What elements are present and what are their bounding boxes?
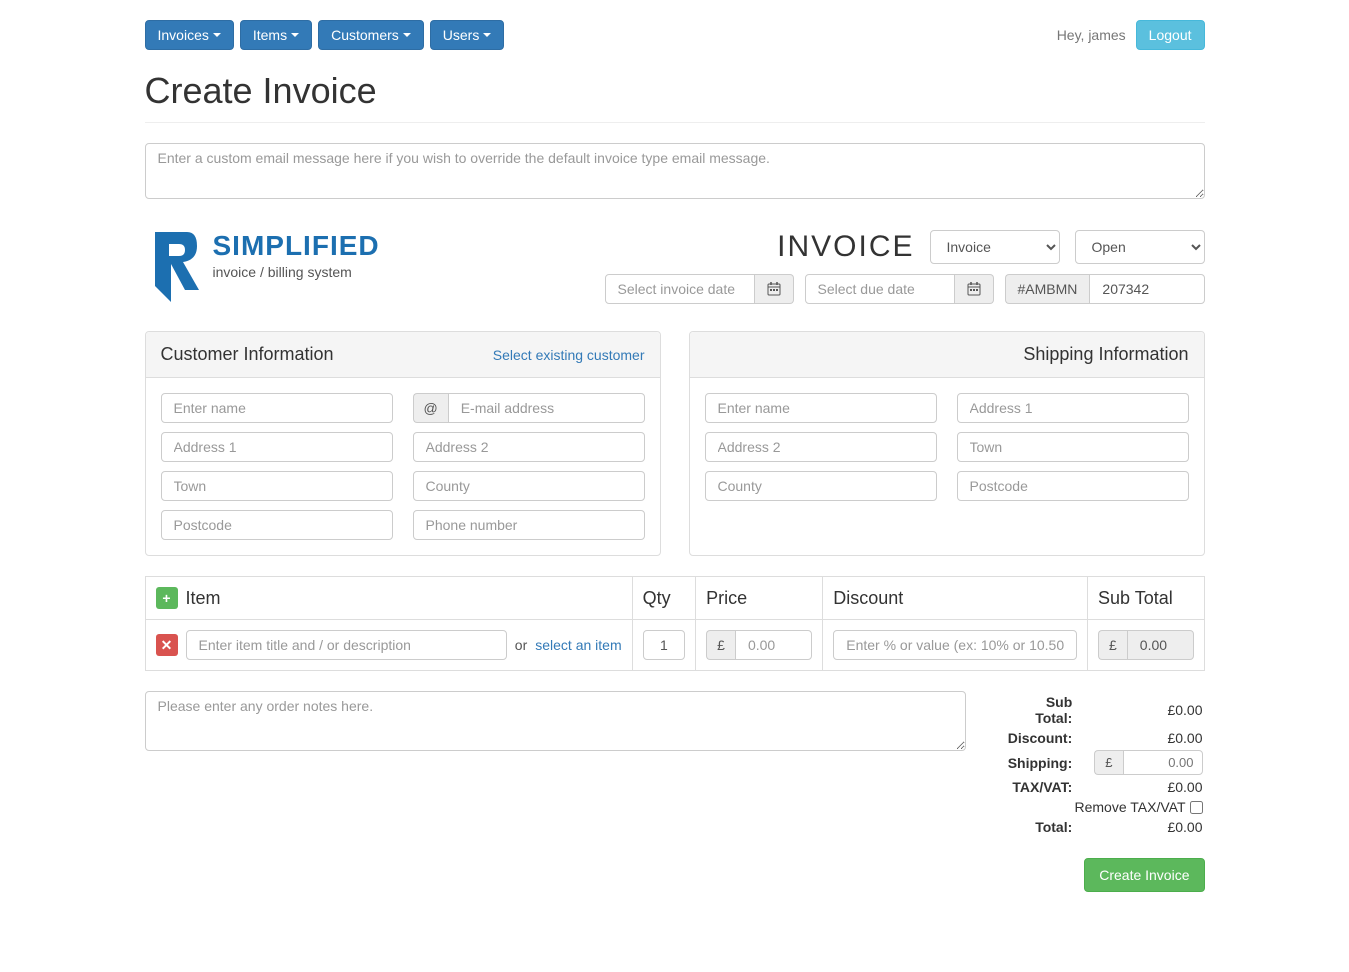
select-existing-customer-link[interactable]: Select existing customer	[493, 347, 645, 363]
invoice-type-select[interactable]: Invoice	[930, 230, 1060, 264]
customer-panel: Customer Information Select existing cus…	[145, 331, 661, 556]
currency-symbol: £	[1094, 750, 1122, 775]
customer-town-input[interactable]	[161, 471, 393, 501]
shipping-panel-title: Shipping Information	[1023, 344, 1188, 365]
price-input[interactable]	[735, 630, 812, 660]
caret-icon	[291, 33, 299, 37]
subtotal-header: Sub Total	[1087, 577, 1204, 620]
item-title-input[interactable]	[186, 630, 507, 660]
shipping-panel: Shipping Information	[689, 331, 1205, 556]
calendar-icon[interactable]	[955, 274, 994, 304]
shipping-town-input[interactable]	[957, 432, 1189, 462]
logo: SIMPLIFIED invoice / billing system	[145, 230, 380, 306]
shipping-name-input[interactable]	[705, 393, 937, 423]
divider	[145, 122, 1205, 123]
caret-icon	[403, 33, 411, 37]
currency-symbol: £	[706, 630, 735, 660]
invoice-prefix: #AMBMN	[1005, 274, 1090, 304]
subtotal-label: Sub Total:	[988, 693, 1073, 727]
totals-block: Sub Total: £0.00 Discount: £0.00 Shippin…	[986, 691, 1205, 892]
discount-value: £0.00	[1074, 729, 1202, 747]
shipping-label: Shipping:	[988, 749, 1073, 776]
remove-tax-label: Remove TAX/VAT	[1075, 799, 1186, 815]
row-subtotal: 0.00	[1127, 630, 1194, 660]
caret-icon	[483, 33, 491, 37]
greeting-text: Hey, james	[1057, 27, 1126, 43]
customer-panel-title: Customer Information	[161, 344, 334, 365]
nav-invoices-dropdown[interactable]: Invoices	[145, 20, 234, 50]
shipping-amount-input[interactable]	[1123, 750, 1203, 775]
tax-value: £0.00	[1074, 778, 1202, 796]
qty-header: Qty	[632, 577, 696, 620]
customer-phone-input[interactable]	[413, 510, 645, 540]
logo-icon	[145, 226, 205, 306]
select-item-link[interactable]: select an item	[535, 637, 621, 653]
invoice-date-input[interactable]	[605, 274, 755, 304]
tax-label: TAX/VAT:	[988, 778, 1073, 796]
subtotal-value: £0.00	[1074, 693, 1202, 727]
shipping-address2-input[interactable]	[705, 432, 937, 462]
nav-users-label: Users	[443, 27, 480, 43]
remove-item-button[interactable]: ✕	[156, 634, 178, 656]
logo-text-sub: invoice / billing system	[213, 264, 380, 280]
nav-customers-label: Customers	[331, 27, 399, 43]
shipping-address1-input[interactable]	[957, 393, 1189, 423]
shipping-county-input[interactable]	[705, 471, 937, 501]
customer-name-input[interactable]	[161, 393, 393, 423]
logo-text-main: SIMPLIFIED	[213, 230, 380, 262]
total-label: Total:	[988, 818, 1073, 836]
nav-customers-dropdown[interactable]: Customers	[318, 20, 424, 50]
nav-invoices-label: Invoices	[158, 27, 209, 43]
qty-input[interactable]	[643, 630, 686, 660]
customer-email-input[interactable]	[448, 393, 645, 423]
customer-address1-input[interactable]	[161, 432, 393, 462]
table-row: ✕ or select an item £	[145, 620, 1204, 671]
items-table: + Item Qty Price Discount Sub Total ✕ or…	[145, 576, 1205, 671]
price-header: Price	[696, 577, 823, 620]
nav-items-dropdown[interactable]: Items	[240, 20, 312, 50]
discount-header: Discount	[823, 577, 1088, 620]
invoice-heading: INVOICE	[777, 230, 914, 264]
email-message-textarea[interactable]	[145, 143, 1205, 199]
caret-icon	[213, 33, 221, 37]
customer-postcode-input[interactable]	[161, 510, 393, 540]
discount-label: Discount:	[988, 729, 1073, 747]
add-item-button[interactable]: +	[156, 587, 178, 609]
currency-symbol: £	[1098, 630, 1127, 660]
total-value: £0.00	[1074, 818, 1202, 836]
or-text: or	[515, 637, 527, 653]
discount-input[interactable]	[833, 630, 1077, 660]
order-notes-textarea[interactable]	[145, 691, 966, 751]
at-icon: @	[413, 393, 448, 423]
shipping-postcode-input[interactable]	[957, 471, 1189, 501]
nav-users-dropdown[interactable]: Users	[430, 20, 505, 50]
nav-items-label: Items	[253, 27, 287, 43]
customer-address2-input[interactable]	[413, 432, 645, 462]
customer-county-input[interactable]	[413, 471, 645, 501]
page-title: Create Invoice	[145, 70, 1205, 112]
due-date-input[interactable]	[805, 274, 955, 304]
create-invoice-button[interactable]: Create Invoice	[1084, 858, 1204, 892]
item-header: Item	[186, 588, 221, 609]
logout-button[interactable]: Logout	[1136, 20, 1205, 50]
invoice-status-select[interactable]: Open	[1075, 230, 1205, 264]
remove-tax-checkbox[interactable]	[1190, 801, 1203, 814]
calendar-icon[interactable]	[755, 274, 794, 304]
invoice-number-input[interactable]	[1089, 274, 1204, 304]
